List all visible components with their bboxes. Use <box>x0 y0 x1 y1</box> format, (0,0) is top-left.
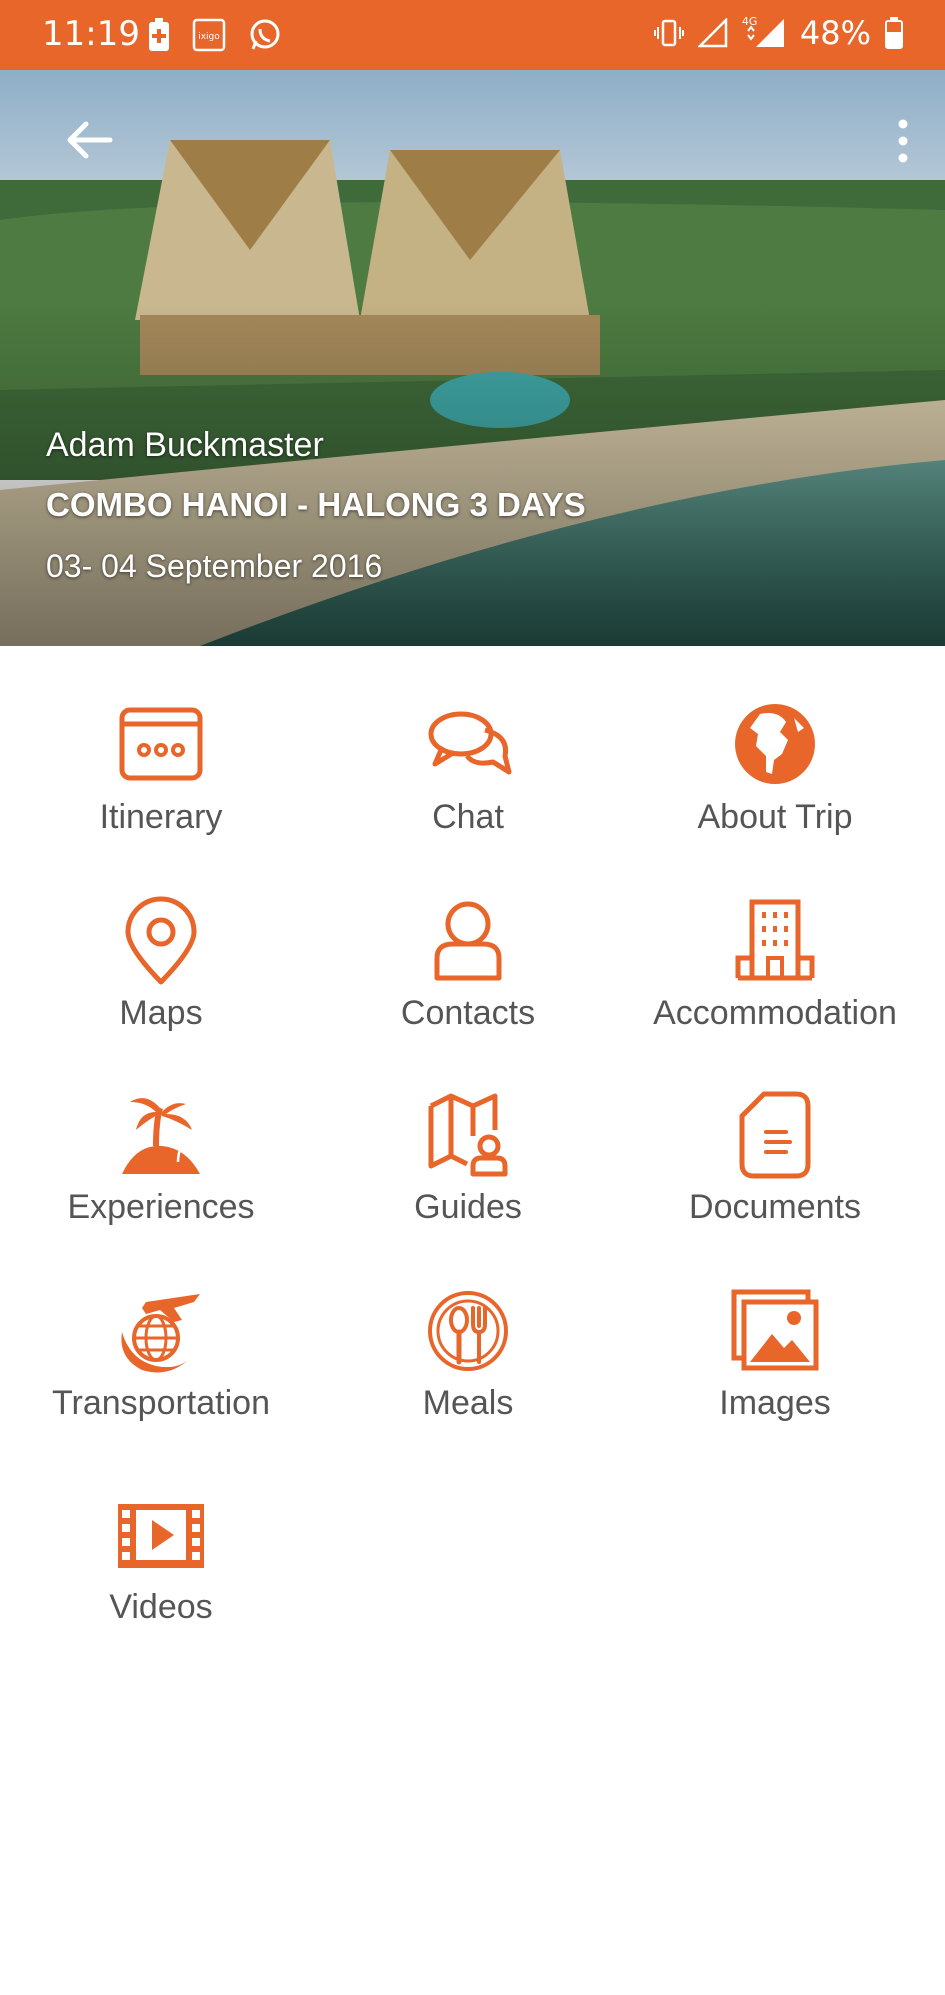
signal-icon <box>697 18 728 48</box>
menu-item-maps[interactable]: Maps <box>11 896 311 1056</box>
map-pin-icon <box>125 896 197 985</box>
svg-text:ixigo: ixigo <box>198 32 220 42</box>
menu-item-contacts[interactable]: Contacts <box>318 896 618 1056</box>
more-options-icon[interactable] <box>891 116 915 166</box>
whatsapp-icon <box>250 19 280 50</box>
battery-percent: 48% <box>799 14 871 52</box>
menu-item-label: Videos <box>109 1588 213 1626</box>
menu-item-chat[interactable]: Chat <box>318 700 618 860</box>
menu-item-label: Documents <box>689 1188 861 1226</box>
calendar-icon <box>119 707 203 781</box>
images-icon <box>731 1289 819 1371</box>
menu-item-label: Chat <box>432 798 504 836</box>
menu-item-guides[interactable]: Guides <box>318 1090 618 1250</box>
menu-item-transportation[interactable]: Transportation <box>11 1286 311 1446</box>
trip-dates: 03- 04 September 2016 <box>46 548 383 584</box>
status-bar: 11:19 ixigo 4G 48% <box>0 0 945 70</box>
plane-globe-icon <box>121 1294 200 1373</box>
vibrate-icon <box>653 19 684 47</box>
notification-icons: ixigo <box>148 18 282 52</box>
menu-item-videos[interactable]: Videos <box>11 1490 311 1650</box>
fork-spoon-icon <box>428 1291 508 1371</box>
menu-item-experiences[interactable]: Experiences <box>11 1090 311 1250</box>
menu-item-itinerary[interactable]: Itinerary <box>11 700 311 860</box>
globe-icon <box>735 704 815 784</box>
menu-item-documents[interactable]: Documents <box>625 1090 925 1250</box>
menu-item-label: About Trip <box>697 798 853 836</box>
menu-item-label: Accommodation <box>653 994 897 1032</box>
trip-title: COMBO HANOI - HALONG 3 DAYS <box>46 486 586 523</box>
menu-item-meals[interactable]: Meals <box>318 1286 618 1446</box>
menu-item-label: Itinerary <box>99 798 223 836</box>
menu-item-images[interactable]: Images <box>625 1286 925 1446</box>
menu-item-about-trip[interactable]: About Trip <box>625 700 925 860</box>
menu-item-label: Transportation <box>52 1384 270 1422</box>
menu-item-label: Maps <box>119 994 203 1032</box>
network-indicator: 4G <box>742 15 786 49</box>
palm-tree-icon <box>122 1098 200 1174</box>
back-arrow-icon[interactable] <box>62 112 118 168</box>
status-right: 4G 48% <box>653 14 903 52</box>
signal-4g-icon <box>747 19 784 47</box>
trip-hero: Adam Buckmaster COMBO HANOI - HALONG 3 D… <box>0 70 945 646</box>
traveler-name: Adam Buckmaster <box>46 426 324 464</box>
document-icon <box>739 1091 811 1179</box>
film-icon <box>118 1504 204 1568</box>
chat-bubbles-icon <box>428 711 512 775</box>
ixigo-icon: ixigo <box>192 18 226 52</box>
menu-item-accommodation[interactable]: Accommodation <box>625 896 925 1056</box>
menu-item-label: Guides <box>414 1188 522 1226</box>
building-icon <box>735 899 815 981</box>
menu-item-label: Meals <box>422 1384 514 1422</box>
person-icon <box>434 901 502 981</box>
status-time: 11:19 <box>42 14 140 54</box>
battery-saver-icon <box>149 18 169 51</box>
menu-item-label: Experiences <box>67 1188 255 1226</box>
battery-icon <box>885 17 903 49</box>
menu-item-label: Contacts <box>400 994 536 1032</box>
guide-map-icon <box>428 1093 508 1177</box>
menu-item-label: Images <box>719 1384 831 1422</box>
